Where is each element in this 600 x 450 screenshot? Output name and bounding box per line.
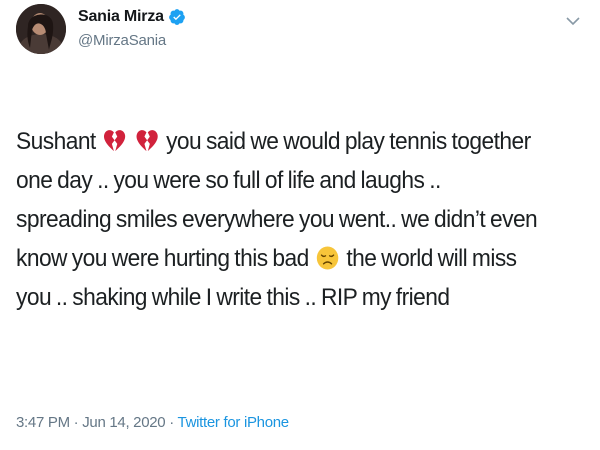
sad-face-emoji-icon — [316, 246, 339, 270]
meta-separator: · — [69, 414, 83, 431]
tweet-line-4-start: know you were hurting this bad — [16, 245, 309, 272]
tweet-line-4-end: the world will miss — [346, 245, 517, 272]
chevron-down-icon[interactable] — [566, 16, 580, 26]
tweet-line-1-end: you said we would play tennis together — [166, 128, 531, 155]
broken-heart-emoji-icon — [103, 130, 126, 152]
name-row: Sania Mirza — [78, 6, 186, 28]
display-name[interactable]: Sania Mirza — [78, 8, 164, 26]
tweet-card: Sania Mirza @MirzaSania Sushant you said… — [0, 0, 600, 450]
verified-badge-icon — [168, 9, 185, 25]
tweet-line-1-start: Sushant — [16, 128, 96, 155]
tweet-line-2: one day .. you were so full of life and … — [16, 167, 441, 194]
tweet-line-5: you .. shaking while I write this .. RIP… — [16, 284, 450, 311]
tweet-date[interactable]: Jun 14, 2020 — [82, 414, 165, 431]
broken-heart-emoji-icon — [136, 130, 158, 152]
tweet-source-link[interactable]: Twitter for iPhone — [178, 414, 290, 431]
avatar-image — [16, 4, 66, 54]
tweet-text: Sushant you said we would play tennis to… — [16, 122, 544, 317]
avatar[interactable] — [16, 4, 66, 54]
tweet-line-1: Sushant you said we would play tennis to… — [16, 122, 544, 161]
handle[interactable]: @MirzaSania — [78, 32, 186, 49]
tweet-line-4: know you were hurting this bad the world… — [16, 239, 544, 278]
tweet-line-3: spreading smiles everywhere you went.. w… — [16, 206, 538, 233]
tweet-meta: 3:47 PM · Jun 14, 2020 · Twitter for iPh… — [16, 414, 289, 431]
meta-separator: · — [165, 414, 178, 431]
author-block: Sania Mirza @MirzaSania — [78, 6, 186, 49]
tweet-time[interactable]: 3:47 PM — [16, 414, 70, 431]
